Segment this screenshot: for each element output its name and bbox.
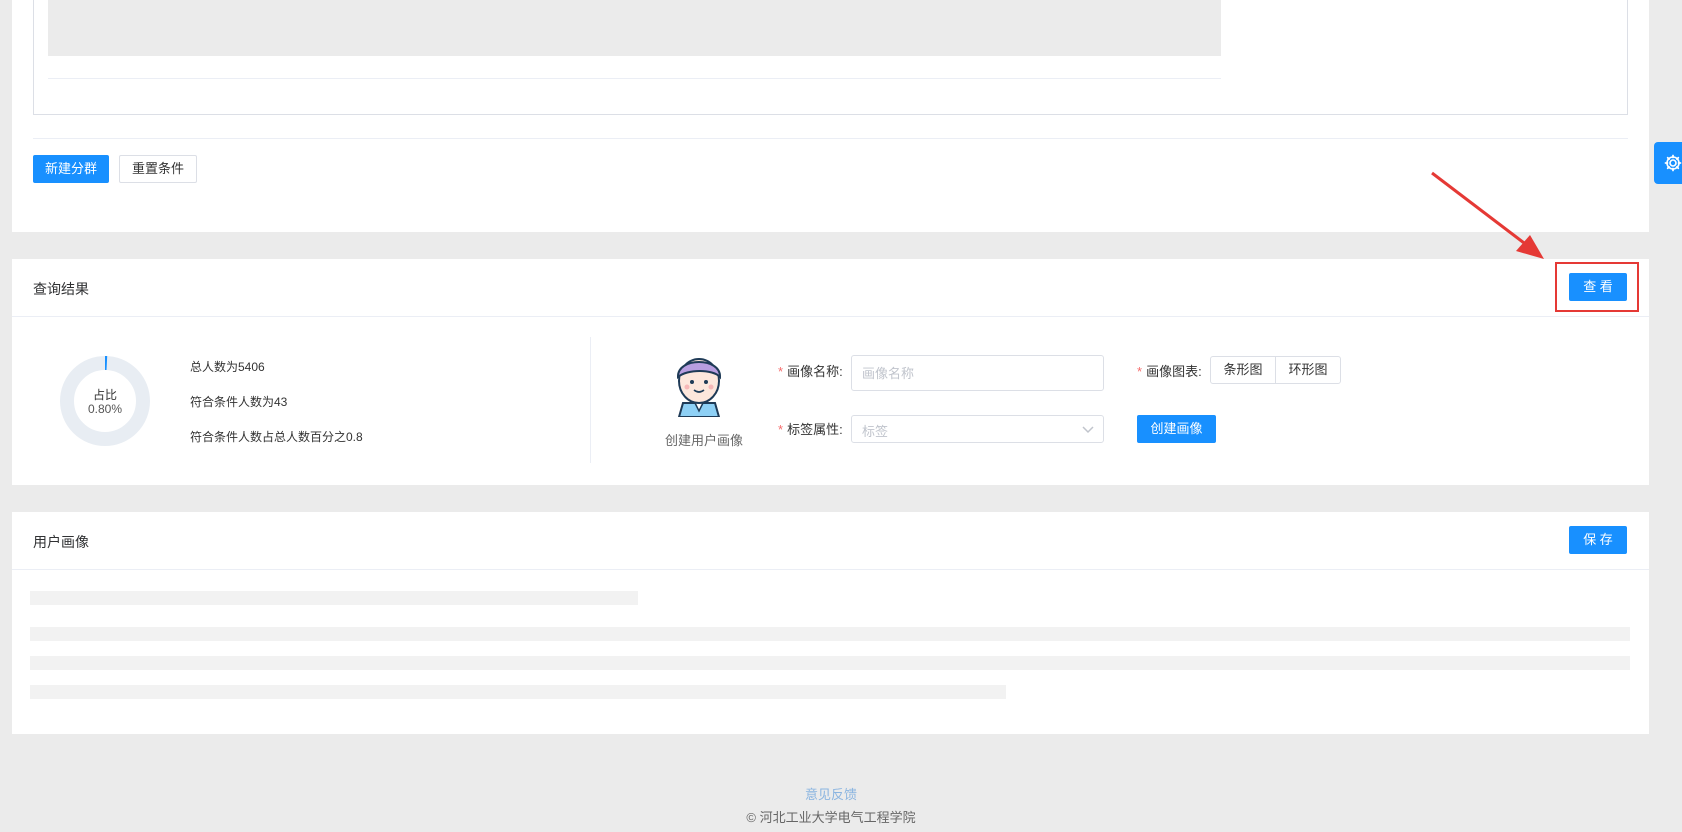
label-text: 标签属性: <box>787 422 843 437</box>
save-button[interactable]: 保 存 <box>1569 526 1627 554</box>
avatar-svg <box>676 358 722 418</box>
skeleton-line <box>30 685 1006 699</box>
feedback-link[interactable]: 意见反馈 <box>0 784 1662 803</box>
tag-attribute-select[interactable]: 标签 <box>851 415 1104 443</box>
query-result-panel: 查询结果 查 看 占比 0.80% 总人数为5406 符合条件人数为43 符合条… <box>12 259 1649 485</box>
annotation-highlight-box <box>1555 262 1639 312</box>
required-mark: * <box>1137 364 1143 379</box>
label-text: 画像名称: <box>787 364 843 379</box>
divider <box>33 138 1628 139</box>
portrait-chart-label: * 画像图表: <box>1137 361 1202 380</box>
settings-tab[interactable] <box>1654 142 1682 184</box>
donut-label: 占比 <box>92 388 117 402</box>
panel-title: 用户画像 <box>33 534 89 550</box>
divider <box>48 78 1221 79</box>
label-text: 画像图表: <box>1146 364 1202 379</box>
annotation-arrow-icon <box>1431 171 1544 259</box>
skeleton-line <box>30 656 1630 670</box>
user-portrait-panel: 用户画像 保 存 <box>12 512 1649 734</box>
required-mark: * <box>778 422 784 437</box>
divider <box>12 316 1649 317</box>
condition-placeholder-area <box>48 0 1221 56</box>
new-group-button[interactable]: 新建分群 <box>33 155 109 183</box>
panel-title: 查询结果 <box>33 281 89 297</box>
tag-attribute-label: * 标签属性: <box>778 419 843 438</box>
query-conditions-box <box>33 0 1628 115</box>
skeleton-line <box>30 591 638 605</box>
ring-chart-option[interactable]: 环形图 <box>1275 356 1341 384</box>
skeleton-line <box>30 627 1630 641</box>
page: 新建分群 重置条件 查询结果 查 看 占比 0.80% 总人数为5406 符合条… <box>0 0 1682 832</box>
reset-conditions-button[interactable]: 重置条件 <box>119 155 197 183</box>
ratio-donut-chart: 占比 0.80% <box>60 356 150 446</box>
user-avatar-icon[interactable] <box>663 345 735 418</box>
donut-percent: 0.80% <box>87 402 123 416</box>
divider <box>590 337 591 463</box>
portrait-name-input[interactable] <box>851 355 1104 391</box>
divider <box>12 569 1649 570</box>
portrait-name-label: * 画像名称: <box>778 361 843 380</box>
chevron-down-icon <box>1082 426 1094 434</box>
select-placeholder: 标签 <box>862 424 889 439</box>
matched-percent-text: 符合条件人数占总人数百分之0.8 <box>190 430 363 444</box>
create-portrait-caption: 创建用户画像 <box>664 433 743 448</box>
required-mark: * <box>778 364 784 379</box>
gear-icon <box>1664 154 1682 172</box>
matched-count-text: 符合条件人数为43 <box>190 395 288 409</box>
filter-panel: 新建分群 重置条件 <box>12 0 1649 232</box>
bar-chart-option[interactable]: 条形图 <box>1210 356 1276 384</box>
copyright-text: © 河北工业大学电气工程学院 <box>746 810 916 825</box>
create-portrait-button[interactable]: 创建画像 <box>1137 415 1216 443</box>
total-count-text: 总人数为5406 <box>190 360 265 374</box>
